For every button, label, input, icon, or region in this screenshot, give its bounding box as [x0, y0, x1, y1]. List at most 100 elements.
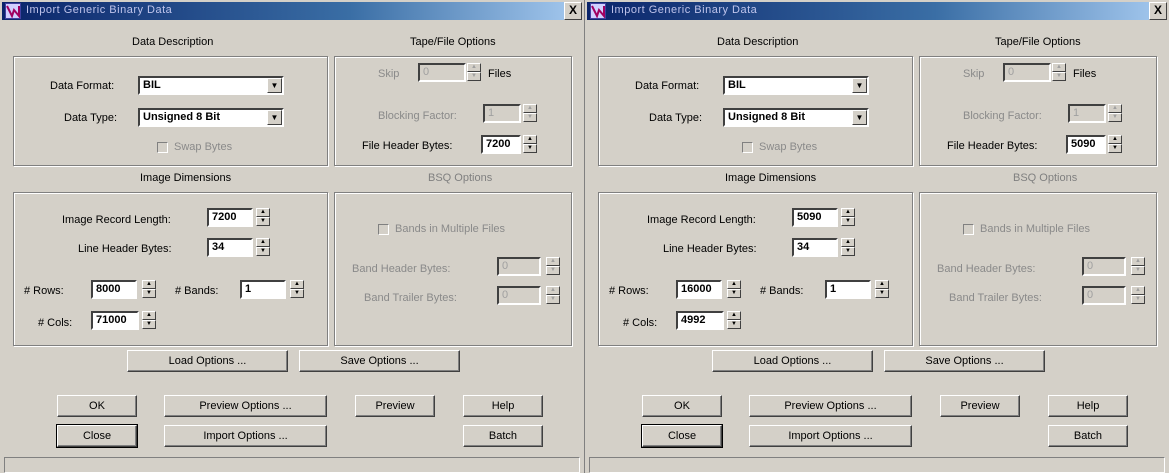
- chevron-down-icon[interactable]: ▼: [852, 110, 867, 125]
- blocking-factor-input[interactable]: 1: [1068, 104, 1106, 123]
- preview-options-button[interactable]: Preview Options ...: [749, 395, 912, 417]
- batch-button[interactable]: Batch: [463, 425, 543, 447]
- rows-spinner[interactable]: ▲ ▼: [142, 280, 156, 299]
- band-trailer-bytes-spinner[interactable]: ▲ ▼: [546, 286, 560, 305]
- help-button[interactable]: Help: [1048, 395, 1128, 417]
- line-header-bytes-label: Line Header Bytes:: [78, 243, 172, 255]
- skip-label: Skip: [963, 68, 985, 80]
- cols-input[interactable]: 71000: [91, 311, 139, 330]
- band-trailer-bytes-input[interactable]: 0: [1082, 286, 1126, 305]
- swap-bytes-checkbox[interactable]: [742, 142, 753, 153]
- rows-label: # Rows:: [24, 285, 64, 297]
- band-header-bytes-input[interactable]: 0: [497, 257, 541, 276]
- blocking-factor-label: Blocking Factor:: [963, 110, 1042, 122]
- bands-in-multiple-files-checkbox[interactable]: [963, 224, 974, 235]
- data-format-select[interactable]: BIL ▼: [723, 76, 869, 95]
- skip-input[interactable]: 0: [1003, 63, 1051, 82]
- bands-spinner[interactable]: ▲ ▼: [290, 280, 304, 299]
- close-button[interactable]: Close: [641, 424, 723, 448]
- rows-input[interactable]: 16000: [676, 280, 722, 299]
- ok-button[interactable]: OK: [642, 395, 722, 417]
- band-trailer-bytes-spinner[interactable]: ▲ ▼: [1131, 286, 1145, 305]
- band-header-bytes-spinner[interactable]: ▲ ▼: [546, 257, 560, 276]
- skip-spinner[interactable]: ▲ ▼: [1052, 63, 1066, 82]
- data-format-value: BIL: [143, 79, 161, 91]
- skip-input[interactable]: 0: [418, 63, 466, 82]
- window-title: Import Generic Binary Data: [26, 4, 173, 16]
- rows-input[interactable]: 8000: [91, 280, 137, 299]
- bands-in-multiple-files-label: Bands in Multiple Files: [395, 223, 506, 235]
- ok-button[interactable]: OK: [57, 395, 137, 417]
- file-header-bytes-label: File Header Bytes:: [947, 140, 1038, 152]
- line-header-bytes-input[interactable]: 34: [207, 238, 253, 257]
- chevron-down-icon[interactable]: ▼: [267, 110, 282, 125]
- band-header-bytes-label: Band Header Bytes:: [937, 263, 1036, 275]
- image-record-length-label: Image Record Length:: [647, 214, 756, 226]
- window-title: Import Generic Binary Data: [611, 4, 758, 16]
- import-options-button[interactable]: Import Options ...: [749, 425, 912, 447]
- data-format-value: BIL: [728, 79, 746, 91]
- skip-spinner[interactable]: ▲ ▼: [467, 63, 481, 82]
- batch-button[interactable]: Batch: [1048, 425, 1128, 447]
- help-button[interactable]: Help: [463, 395, 543, 417]
- swap-bytes-checkbox[interactable]: [157, 142, 168, 153]
- band-trailer-bytes-input[interactable]: 0: [497, 286, 541, 305]
- image-record-length-spinner[interactable]: ▲ ▼: [841, 208, 855, 227]
- bands-label: # Bands:: [760, 285, 804, 297]
- line-header-bytes-spinner[interactable]: ▲ ▼: [256, 238, 270, 257]
- cols-spinner[interactable]: ▲ ▼: [142, 311, 156, 330]
- data-type-select[interactable]: Unsigned 8 Bit ▼: [723, 108, 869, 127]
- cols-input[interactable]: 4992: [676, 311, 724, 330]
- band-header-bytes-spinner[interactable]: ▲ ▼: [1131, 257, 1145, 276]
- close-icon[interactable]: X: [564, 2, 582, 20]
- data-format-label: Data Format:: [50, 80, 115, 92]
- chevron-down-icon[interactable]: ▼: [267, 78, 282, 93]
- preview-button[interactable]: Preview: [940, 395, 1020, 417]
- data-type-select[interactable]: Unsigned 8 Bit ▼: [138, 108, 284, 127]
- section-tape-file-options: Tape/File Options: [410, 36, 496, 48]
- import-dialog-right: Import Generic Binary Data X Data Descri…: [585, 0, 1169, 473]
- chevron-down-icon[interactable]: ▼: [852, 78, 867, 93]
- blocking-factor-spinner[interactable]: ▲ ▼: [523, 104, 537, 123]
- line-header-bytes-spinner[interactable]: ▲ ▼: [841, 238, 855, 257]
- title-bar[interactable]: Import Generic Binary Data X: [587, 2, 1167, 20]
- file-header-bytes-spinner[interactable]: ▲ ▼: [523, 135, 537, 154]
- data-type-value: Unsigned 8 Bit: [728, 111, 806, 123]
- load-options-button[interactable]: Load Options ...: [712, 350, 873, 372]
- line-header-bytes-input[interactable]: 34: [792, 238, 838, 257]
- section-data-description: Data Description: [132, 36, 214, 48]
- import-dialog-left: Import Generic Binary Data X Data Descri…: [0, 0, 584, 473]
- save-options-button[interactable]: Save Options ...: [299, 350, 460, 372]
- bands-input[interactable]: 1: [825, 280, 871, 299]
- swap-bytes-label: Swap Bytes: [174, 141, 233, 153]
- band-header-bytes-input[interactable]: 0: [1082, 257, 1126, 276]
- blocking-factor-spinner[interactable]: ▲ ▼: [1108, 104, 1122, 123]
- file-header-bytes-spinner[interactable]: ▲ ▼: [1108, 135, 1122, 154]
- load-options-button[interactable]: Load Options ...: [127, 350, 288, 372]
- data-type-label: Data Type:: [649, 112, 702, 124]
- swap-bytes-label: Swap Bytes: [759, 141, 818, 153]
- save-options-button[interactable]: Save Options ...: [884, 350, 1045, 372]
- bands-spinner[interactable]: ▲ ▼: [875, 280, 889, 299]
- file-header-bytes-input[interactable]: 5090: [1066, 135, 1106, 154]
- import-options-button[interactable]: Import Options ...: [164, 425, 327, 447]
- preview-options-button[interactable]: Preview Options ...: [164, 395, 327, 417]
- image-record-length-spinner[interactable]: ▲ ▼: [256, 208, 270, 227]
- image-record-length-input[interactable]: 5090: [792, 208, 838, 227]
- bands-in-multiple-files-checkbox[interactable]: [378, 224, 389, 235]
- image-record-length-input[interactable]: 7200: [207, 208, 253, 227]
- section-bsq-options: BSQ Options: [1013, 172, 1078, 184]
- rows-spinner[interactable]: ▲ ▼: [727, 280, 741, 299]
- file-header-bytes-input[interactable]: 7200: [481, 135, 521, 154]
- cols-spinner[interactable]: ▲ ▼: [727, 311, 741, 330]
- skip-label: Skip: [378, 68, 400, 80]
- close-button[interactable]: Close: [56, 424, 138, 448]
- title-bar[interactable]: Import Generic Binary Data X: [2, 2, 582, 20]
- image-record-length-label: Image Record Length:: [62, 214, 171, 226]
- band-trailer-bytes-label: Band Trailer Bytes:: [364, 292, 457, 304]
- data-format-select[interactable]: BIL ▼: [138, 76, 284, 95]
- preview-button[interactable]: Preview: [355, 395, 435, 417]
- close-icon[interactable]: X: [1149, 2, 1167, 20]
- blocking-factor-input[interactable]: 1: [483, 104, 521, 123]
- bands-input[interactable]: 1: [240, 280, 286, 299]
